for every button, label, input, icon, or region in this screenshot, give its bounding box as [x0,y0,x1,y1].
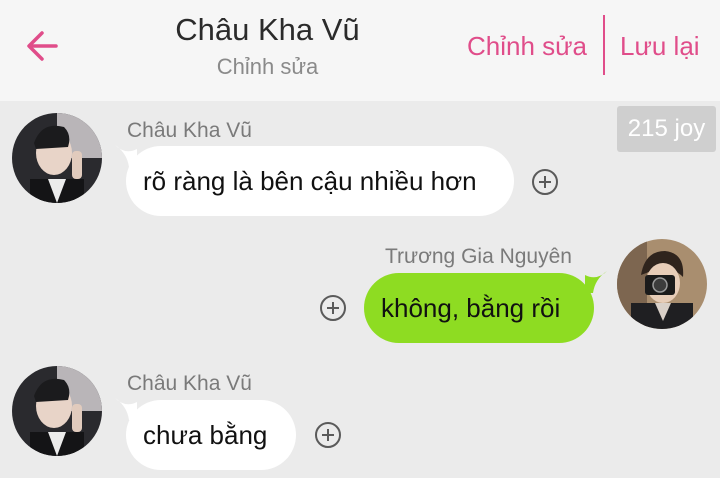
header-divider [603,15,605,75]
joy-badge: 215 joy [617,106,716,152]
avatar[interactable] [12,366,102,456]
title-block: Châu Kha Vũ Chỉnh sửa [120,12,415,80]
add-reaction-button[interactable] [319,294,347,322]
avatar[interactable] [617,239,707,329]
sender-name: Trương Gia Nguyên [385,245,572,268]
add-reaction-button[interactable] [314,421,342,449]
save-button[interactable]: Lưu lại [620,30,700,62]
plus-circle-icon [532,169,558,195]
back-button[interactable] [22,26,62,66]
sender-name: Châu Kha Vũ [127,119,252,142]
message-bubble[interactable]: chưa bằng [126,400,296,470]
edit-button[interactable]: Chỉnh sửa [467,30,587,62]
page-title: Châu Kha Vũ [175,12,360,47]
message-bubble[interactable]: không, bằng rồi [364,273,594,343]
header-bar: Châu Kha Vũ Chỉnh sửa Chỉnh sửa Lưu lại [0,0,720,101]
sender-name: Châu Kha Vũ [127,372,252,395]
plus-circle-icon [320,295,346,321]
page-subtitle: Chỉnh sửa [216,54,319,79]
message-bubble[interactable]: rõ ràng là bên cậu nhiều hơn [126,146,514,216]
avatar[interactable] [12,113,102,203]
arrow-left-icon [27,31,58,61]
add-reaction-button[interactable] [531,168,559,196]
plus-circle-icon [315,422,341,448]
